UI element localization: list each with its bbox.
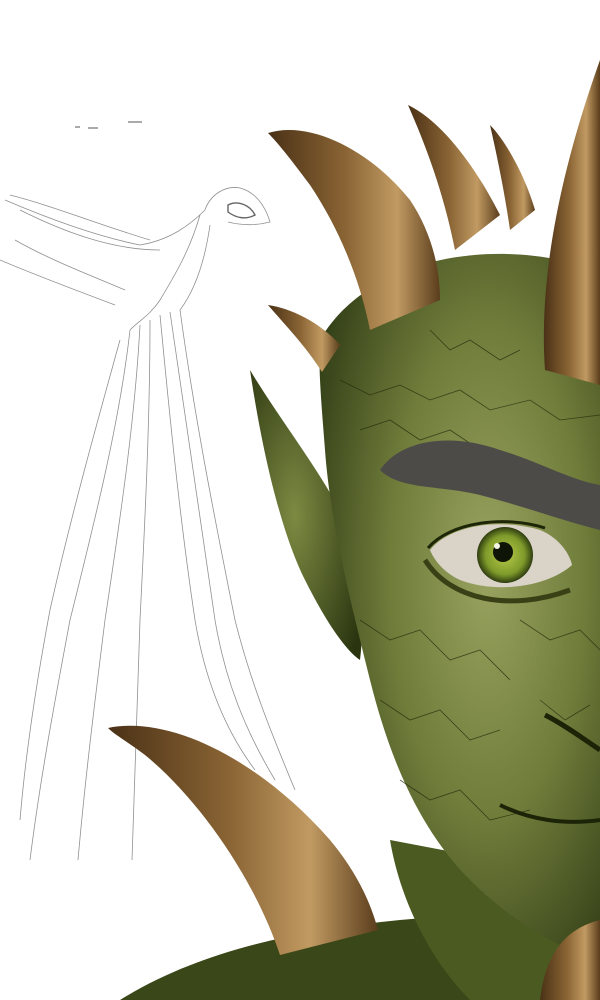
bird-sketch: [0, 187, 296, 861]
head-horn-1: [268, 129, 440, 330]
sketch-marks: [75, 121, 142, 129]
artwork-canvas: [0, 60, 600, 1000]
head-horn-5: [543, 60, 600, 385]
shoulder-horn: [108, 725, 378, 955]
